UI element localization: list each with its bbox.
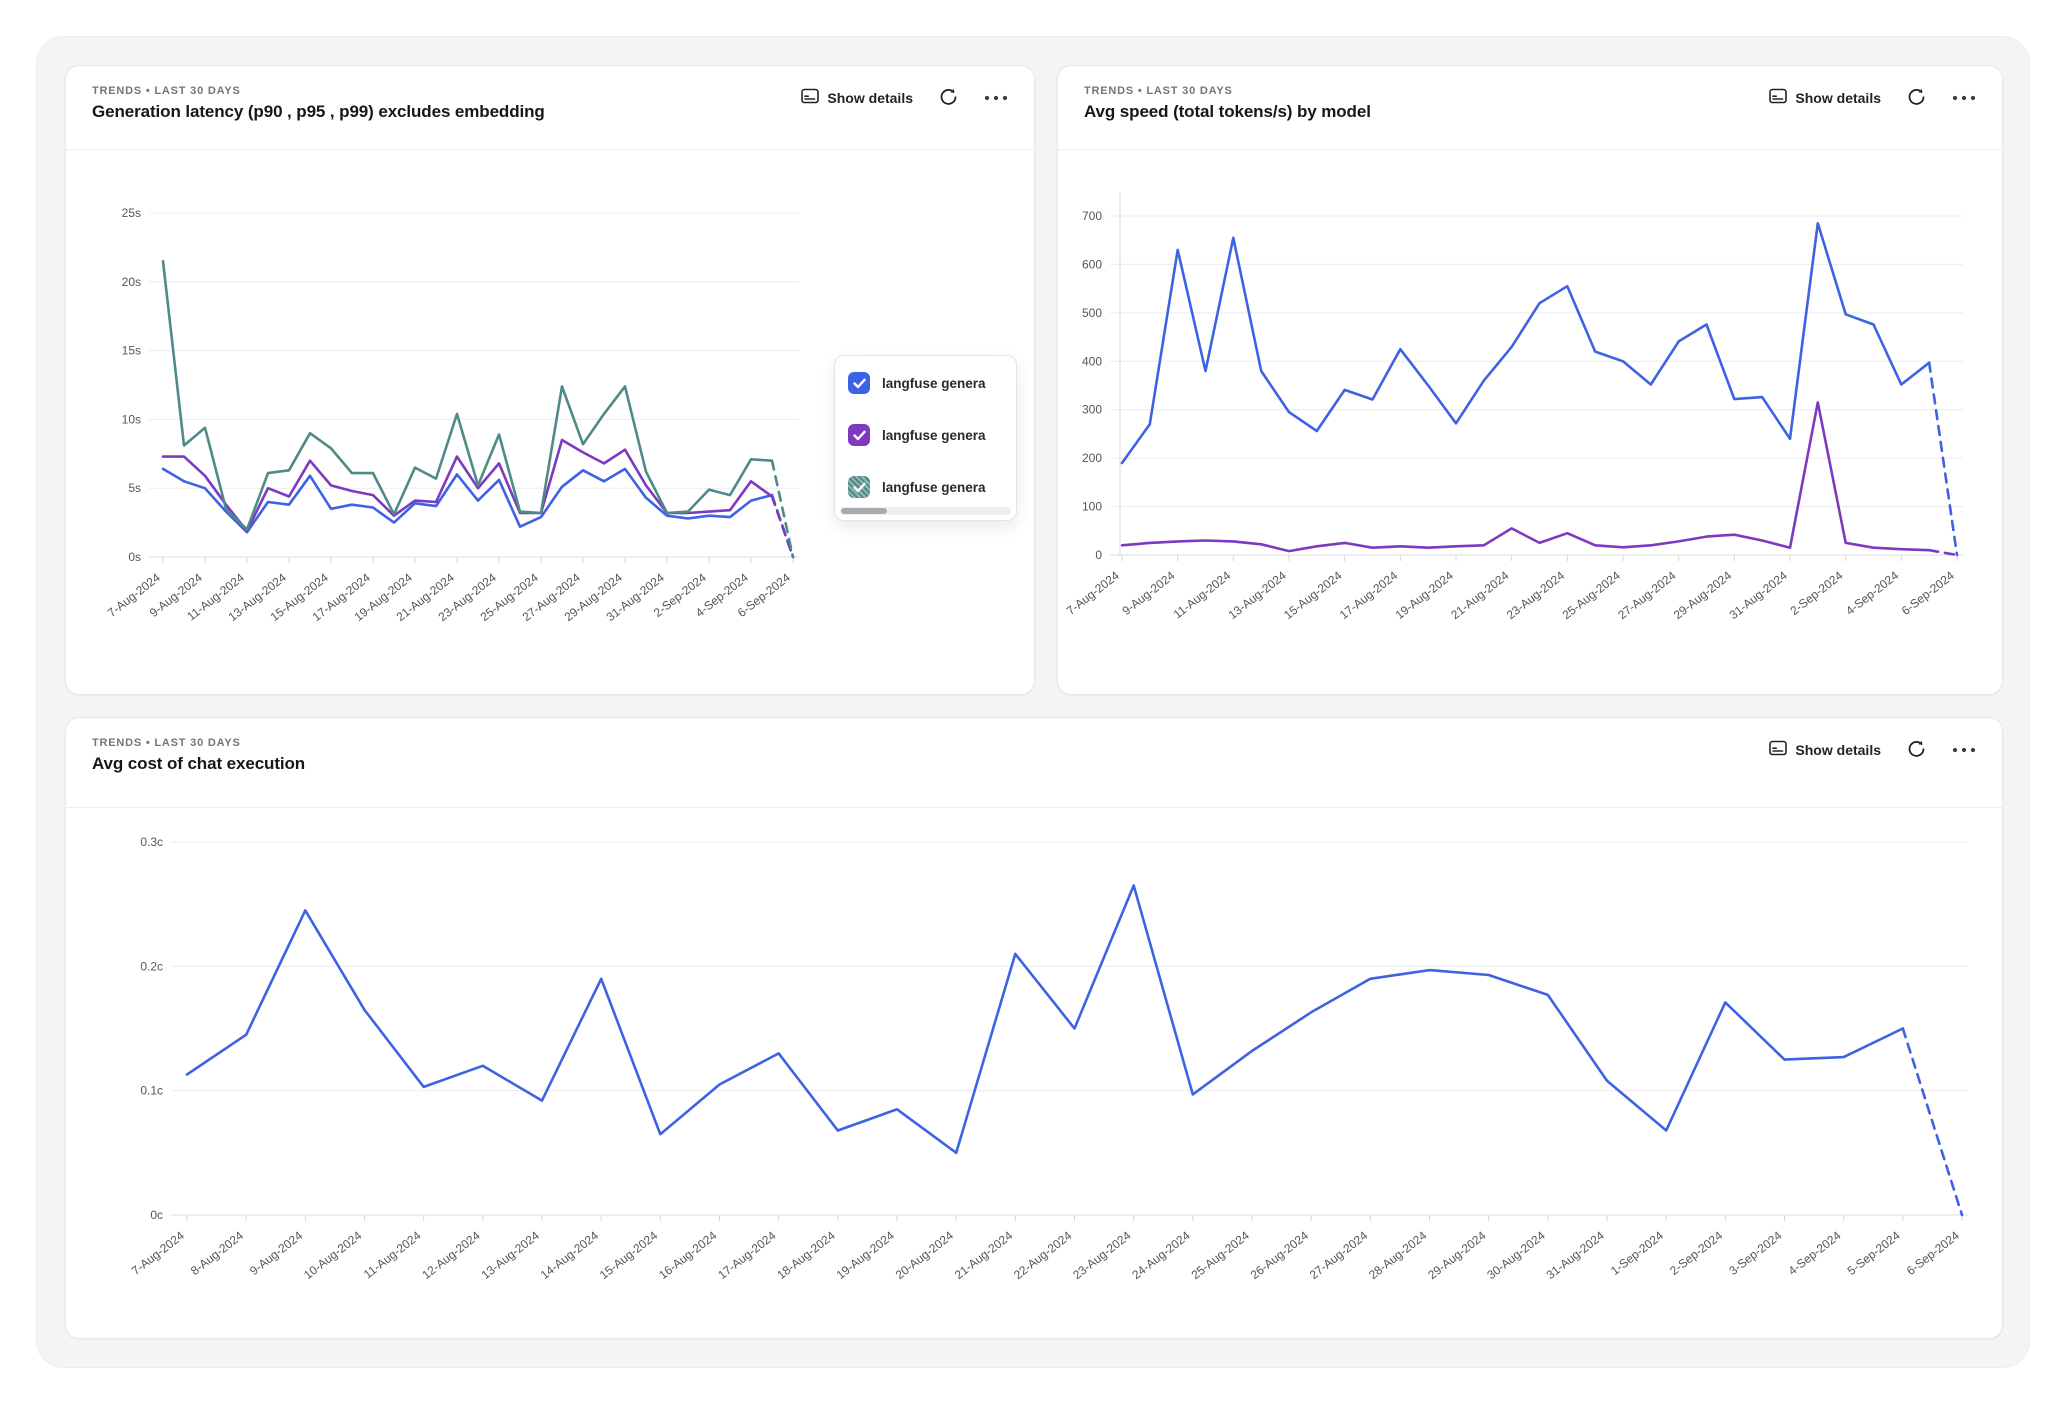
svg-text:0: 0 (1095, 548, 1102, 562)
svg-text:0.3c: 0.3c (140, 835, 163, 849)
svg-text:100: 100 (1082, 500, 1102, 514)
checkbox-series-1[interactable] (848, 372, 870, 394)
svg-text:15-Aug-2024: 15-Aug-2024 (597, 1228, 661, 1282)
svg-text:21-Aug-2024: 21-Aug-2024 (952, 1228, 1016, 1282)
legend-scrollbar-track (840, 507, 1011, 515)
svg-text:5-Sep-2024: 5-Sep-2024 (1845, 1228, 1903, 1278)
svg-text:11-Aug-2024: 11-Aug-2024 (361, 1228, 424, 1281)
svg-text:500: 500 (1082, 306, 1102, 320)
panel-avg-cost: TRENDS • LAST 30 DAYS Avg cost of chat e… (65, 717, 2003, 1339)
svg-text:20s: 20s (122, 275, 141, 289)
svg-text:30-Aug-2024: 30-Aug-2024 (1484, 1228, 1548, 1282)
cost-chart: 0c 0.1c 0.2c 0.3c 7-Aug-20248-Aug-20249-Aug-… (66, 718, 2002, 1338)
svg-text:21-Aug-2024: 21-Aug-2024 (1448, 568, 1512, 622)
svg-text:2-Sep-2024: 2-Sep-2024 (1667, 1228, 1725, 1278)
legend-item-series-2[interactable]: langfuse genera (848, 423, 986, 447)
checkbox-series-3[interactable] (848, 476, 870, 498)
svg-text:0s: 0s (128, 550, 141, 564)
svg-text:10-Aug-2024: 10-Aug-2024 (301, 1228, 365, 1282)
svg-text:2-Sep-2024: 2-Sep-2024 (1787, 568, 1845, 618)
svg-text:1-Sep-2024: 1-Sep-2024 (1608, 1228, 1666, 1278)
svg-text:8-Aug-2024: 8-Aug-2024 (188, 1228, 246, 1278)
svg-text:0c: 0c (150, 1208, 163, 1222)
svg-text:23-Aug-2024: 23-Aug-2024 (1070, 1228, 1134, 1282)
svg-text:31-Aug-2024: 31-Aug-2024 (1544, 1228, 1608, 1282)
svg-text:18-Aug-2024: 18-Aug-2024 (774, 1228, 838, 1282)
svg-text:5s: 5s (128, 481, 141, 495)
svg-text:300: 300 (1082, 403, 1102, 417)
legend-label: langfuse genera (882, 480, 986, 495)
svg-text:7-Aug-2024: 7-Aug-2024 (1064, 568, 1122, 618)
svg-text:13-Aug-2024: 13-Aug-2024 (1226, 568, 1290, 622)
svg-text:15-Aug-2024: 15-Aug-2024 (1281, 568, 1345, 622)
svg-text:16-Aug-2024: 16-Aug-2024 (656, 1228, 720, 1282)
svg-text:23-Aug-2024: 23-Aug-2024 (1504, 568, 1568, 622)
svg-text:14-Aug-2024: 14-Aug-2024 (538, 1228, 602, 1282)
svg-text:12-Aug-2024: 12-Aug-2024 (419, 1228, 483, 1282)
checkbox-series-2[interactable] (848, 424, 870, 446)
series-legend: langfuse genera langfuse genera langfuse… (834, 355, 1017, 521)
svg-text:9-Aug-2024: 9-Aug-2024 (1119, 568, 1177, 618)
legend-scrollbar-thumb[interactable] (841, 508, 887, 514)
svg-text:28-Aug-2024: 28-Aug-2024 (1366, 1228, 1430, 1282)
legend-item-series-3[interactable]: langfuse genera (848, 475, 986, 499)
svg-text:4-Sep-2024: 4-Sep-2024 (1785, 1228, 1843, 1278)
svg-text:15s: 15s (122, 344, 141, 358)
legend-label: langfuse genera (882, 428, 986, 443)
svg-text:27-Aug-2024: 27-Aug-2024 (1307, 1228, 1371, 1282)
svg-text:24-Aug-2024: 24-Aug-2024 (1129, 1228, 1193, 1282)
svg-text:26-Aug-2024: 26-Aug-2024 (1248, 1228, 1312, 1282)
svg-text:9-Aug-2024: 9-Aug-2024 (247, 1228, 305, 1278)
svg-text:19-Aug-2024: 19-Aug-2024 (1393, 568, 1457, 622)
svg-text:19-Aug-2024: 19-Aug-2024 (834, 1228, 898, 1282)
svg-text:27-Aug-2024: 27-Aug-2024 (1615, 568, 1679, 622)
svg-text:0.1c: 0.1c (140, 1084, 163, 1098)
svg-text:0.2c: 0.2c (140, 959, 163, 973)
svg-text:700: 700 (1082, 209, 1102, 223)
dashboard-board: TRENDS • LAST 30 DAYS Generation latency… (36, 36, 2030, 1368)
svg-text:29-Aug-2024: 29-Aug-2024 (1425, 1228, 1489, 1282)
svg-text:25-Aug-2024: 25-Aug-2024 (1189, 1228, 1253, 1282)
svg-text:4-Sep-2024: 4-Sep-2024 (1843, 568, 1901, 618)
svg-text:17-Aug-2024: 17-Aug-2024 (715, 1228, 779, 1282)
svg-text:22-Aug-2024: 22-Aug-2024 (1011, 1228, 1075, 1282)
panel-generation-latency: TRENDS • LAST 30 DAYS Generation latency… (65, 65, 1035, 695)
svg-text:400: 400 (1082, 354, 1102, 368)
svg-text:200: 200 (1082, 451, 1102, 465)
svg-text:6-Sep-2024: 6-Sep-2024 (1904, 1228, 1962, 1278)
svg-text:6-Sep-2024: 6-Sep-2024 (1899, 568, 1957, 618)
svg-text:31-Aug-2024: 31-Aug-2024 (1727, 568, 1791, 622)
svg-text:7-Aug-2024: 7-Aug-2024 (129, 1228, 187, 1278)
legend-item-series-1[interactable]: langfuse genera (848, 371, 986, 395)
legend-label: langfuse genera (882, 376, 986, 391)
svg-text:17-Aug-2024: 17-Aug-2024 (1337, 568, 1401, 622)
svg-text:29-Aug-2024: 29-Aug-2024 (1671, 568, 1735, 622)
svg-text:25s: 25s (122, 206, 141, 220)
panel-avg-speed: TRENDS • LAST 30 DAYS Avg speed (total t… (1057, 65, 2003, 695)
svg-text:600: 600 (1082, 257, 1102, 271)
svg-text:20-Aug-2024: 20-Aug-2024 (893, 1228, 957, 1282)
svg-text:25-Aug-2024: 25-Aug-2024 (1560, 568, 1624, 622)
svg-text:13-Aug-2024: 13-Aug-2024 (479, 1228, 543, 1282)
speed-chart: 0 100 200 300 400 500 600 700 7-Aug-20249-Aug-20… (1058, 66, 2002, 694)
svg-text:11-Aug-2024: 11-Aug-2024 (1171, 568, 1234, 621)
svg-text:10s: 10s (122, 412, 141, 426)
svg-text:3-Sep-2024: 3-Sep-2024 (1726, 1228, 1784, 1278)
